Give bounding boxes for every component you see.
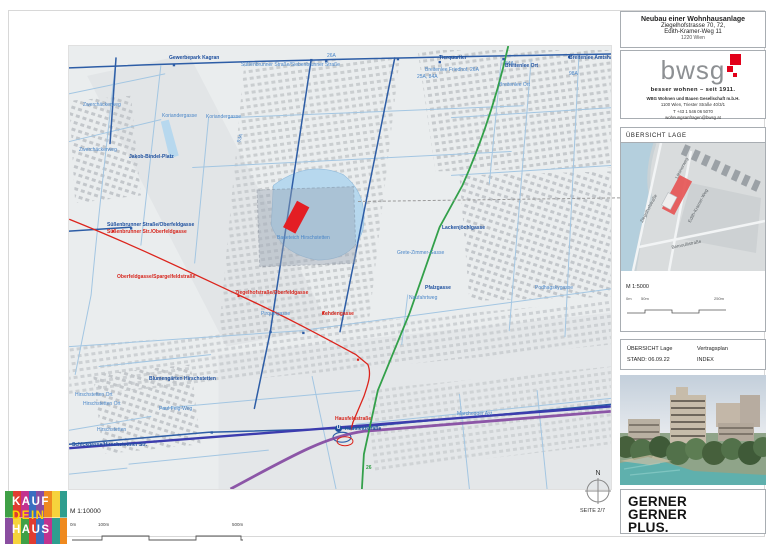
map-label-koriandergasse-2: Koriandergasse [206,115,241,120]
info-date: STAND: 06.09.22 [627,357,697,363]
architect-logo: GERNER GERNER PLUS. [620,489,766,534]
main-scale-label: M 1:10000 [70,508,101,515]
map-label-line-26: 26 [366,466,372,471]
map-label-breitenlee-ort-1: Breitenlee Ort [505,64,538,69]
overview-scale-bar [626,307,728,315]
bwsg-email: wohnungsanfragen@bwsg.at [621,115,765,121]
map-label-badeteich-hirschstetten: Badeteich Hirschstetten [277,236,330,241]
map-label-pfalzgasse: Pfalzgasse [425,286,451,291]
map-label-schickgasse: Schickgasse/Hirschstettner Str. [72,443,147,448]
bwsg-square-medium [727,66,733,72]
map-label-breitenlee-ort-2: Breitenlee Ort [499,83,530,88]
map-label-zwerchaeckerweg-1: Zwerchäckerweg [83,103,121,108]
plan-info-table: ÜBERSICHT Lage Vertragsplan STAND: 06.09… [620,339,766,370]
overview-scale-label: M 1:5000 [626,284,649,290]
project-rendering [620,375,766,485]
map-label-breitenlee-friedhof: Breitenlee Friedhof, 26A [425,68,479,73]
map-label-jakob-bindel-platz: Jakob-Bindel-Platz [129,155,174,160]
plan-extent-box [257,187,356,267]
bwsg-tagline: besser wohnen – seit 1911. [621,87,765,93]
main-map: Gewerbepark Kagran 26A Tierquartier 84A … [68,45,612,490]
map-label-grete-zimmer-gasse: Grete-Zimmer-Gasse [397,251,444,256]
bwsg-square-small [733,73,737,77]
scale-bar [70,532,250,542]
ubahn-station-icon: U [335,425,342,432]
street-network [69,46,611,489]
project-city: 1220 Wien [621,35,765,41]
overview-tick-250: 250m [714,296,724,301]
architect-line-3: PLUS. [628,522,758,535]
brand-word-kauf: KAUF [5,491,67,510]
brand-word-haus: HAUS [5,524,67,538]
scale-tick-500: 500m [232,522,243,527]
map-label-koriandergasse-1: Koriandergasse [162,114,197,119]
bwsg-square-large [730,54,741,65]
scale-tick-0: 0m [70,522,76,527]
map-label-lackenjoechlgasse: Lackenjöchlgasse [442,226,485,231]
map-label-route-98a: 98A [569,72,578,77]
map-label-zehdengasse: Zehdengasse [322,312,354,317]
map-label-gewerbepark-kagran: Gewerbepark Kagran [169,56,219,61]
map-label-hirschstetten: Hirschstetten [97,428,126,433]
map-label-hausfeldstrasse-station: Hausfeldstraße [345,427,381,432]
map-label-naufahrtweg: Naufahrtweg [409,296,437,301]
main-scale: M 1:10000 0m 100m 500m [70,500,255,545]
map-label-route-25a-84a: 25A, 84A [417,75,438,80]
north-arrow: N [585,470,611,509]
map-label-marchegger-ast: Marchegger Ast [457,412,492,417]
map-label-oberfeldgasse-spargelfeld: Oberfeldgasse/Spargelfeldstraße [117,275,195,280]
map-label-suessenbrunner-strasse: Süßenbrunner Straße/Siebenbrunner Straße [241,63,340,68]
title-block: Neubau einer Wohnhausanlage Ziegelhofstr… [620,11,766,48]
bwsg-wordmark: bwsg [661,57,726,83]
info-plan-type: ÜBERSICHT Lage [627,346,697,352]
rendering-graphic [620,375,766,485]
map-label-blumengaerten: Blumengärten Hirschstetten [149,377,216,382]
map-label-podhagskygasse: Podhagskygasse [535,286,573,291]
overview-scale: M 1:5000 0m 50m 250m [621,271,765,320]
map-label-suessenbrunner-oberfeld-blue: Süßenbrunner Straße/Oberfeldgasse [107,223,194,228]
brand-word-dein: DEIN [5,510,67,524]
overview-tick-0: 0m [626,296,632,301]
kauf-dein-haus-logo: KAUF DEIN HAUS [5,491,67,544]
map-label-hausfeldstrasse-red: Hausfeldstraße [335,417,371,422]
info-index: INDEX [697,357,759,363]
page-number: SEITE 2/7 [580,508,605,514]
map-label-pirquetgasse: Pirquetgasse [261,312,290,317]
map-label-tierquartier: Tierquartier [439,56,467,61]
map-label-route-26a: 26A [327,54,336,59]
scale-tick-100: 100m [98,522,109,527]
bwsg-logo-block: bwsg besser wohnen – seit 1911. WBG Wohn… [620,50,766,119]
info-contract: Vertragsplan [697,346,759,352]
overview-tick-50: 50m [641,296,649,301]
overview-header: ÜBERSICHT LAGE [621,128,765,143]
map-label-hirschstetten-ort-1: Hirschstetten Ort [75,393,113,398]
project-title: Neubau einer Wohnhausanlage [621,16,765,23]
map-label-paul-feig-weg: Paul-Feig-Weg [159,407,192,412]
map-label-suessenbrunner-oberfeld-red: Süßenbrunner Str./Oberfeldgasse [107,230,187,235]
overview-location-block: ÜBERSICHT LAGE [620,127,766,332]
overview-minimap: Liesnerweg Ziegelhofstraße Edith-Kramer-… [621,143,765,271]
map-label-hirschstetten-ort-2: Hirschstetten Ort [83,402,121,407]
compass-icon [585,478,611,504]
north-label: N [585,470,611,477]
map-label-zwerchaeckerweg-2: Zwerchäckerweg [79,148,117,153]
map-label-breitenlee-amtshaus: Breitenlee Amtshaus [569,56,612,61]
plan-sheet: Gewerbepark Kagran 26A Tierquartier 84A … [0,0,770,545]
map-label-ziegelhof-oberfeld: Ziegelhofstraße/Oberfeldgasse [235,291,308,296]
